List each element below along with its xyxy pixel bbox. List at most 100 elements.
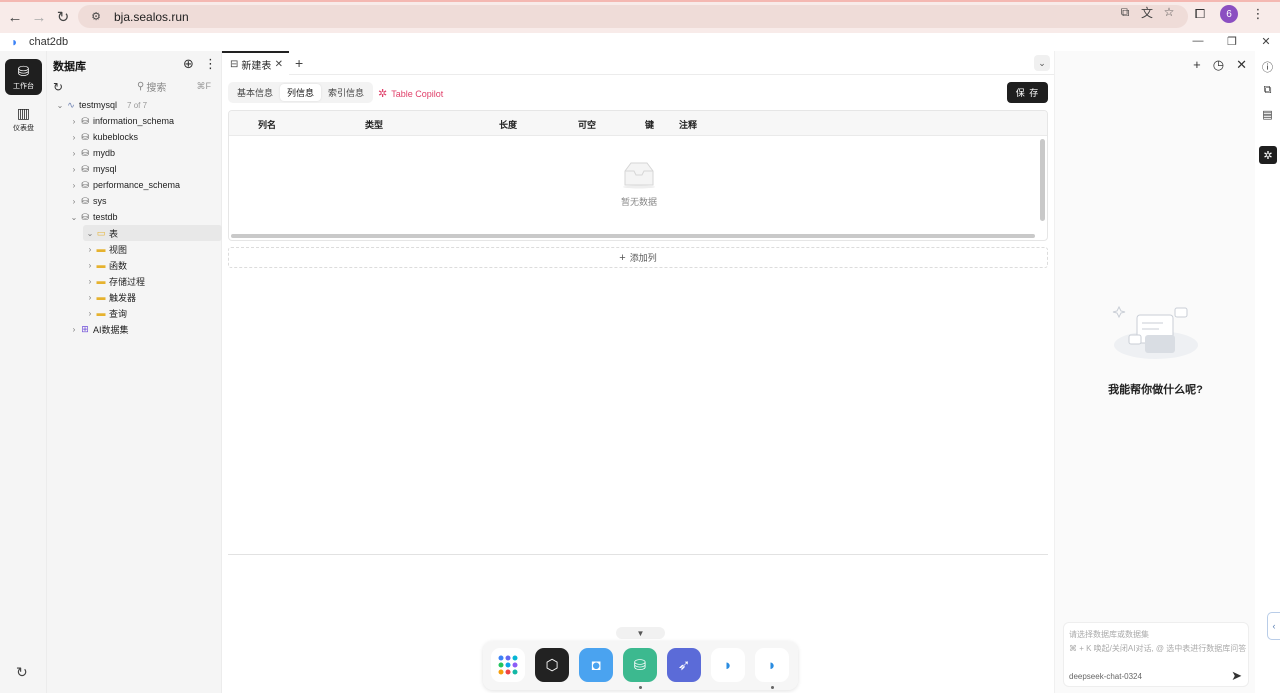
tree-ai-dataset[interactable]: › ⊞ AI数据集	[47, 321, 222, 337]
subtab-column-info[interactable]: 列信息	[280, 84, 322, 101]
ai-sparkle-icon[interactable]: ✲	[1259, 146, 1277, 164]
tree-db-performance-schema[interactable]: › ⛁ performance_schema	[47, 177, 222, 193]
chevron-down-icon[interactable]: ⌄	[85, 229, 95, 238]
site-settings-icon[interactable]: ⚙	[88, 9, 104, 25]
tree-label: mysql	[93, 164, 117, 174]
history-icon[interactable]: ◷	[1213, 57, 1224, 73]
tree-connection[interactable]: ⌄ ∿ testmysql 7 of 7	[47, 97, 222, 113]
tree-folder-queries[interactable]: › ▬ 查询	[47, 305, 222, 321]
model-selector[interactable]: deepseek-chat-0324	[1069, 672, 1142, 681]
forward-icon[interactable]: →	[27, 5, 51, 29]
rail-workbench[interactable]: ⛁ 工作台	[5, 59, 42, 95]
sealos-logo-icon: ◗	[723, 656, 733, 674]
chevron-right-icon[interactable]: ›	[85, 309, 95, 318]
tree-label: 视图	[109, 244, 128, 255]
extensions-icon[interactable]: ⧠	[1190, 4, 1210, 24]
sidebar-title: 数据库	[53, 61, 86, 73]
columns-table: 列名 类型 长度 可空 键 注释 暂无数据	[228, 110, 1048, 241]
dock-app-database[interactable]: ⛁	[623, 648, 657, 682]
app-titlebar: ◗ chat2db — ❐ ✕	[0, 33, 1280, 51]
translate-icon[interactable]: 文	[1140, 5, 1154, 20]
copy-icon[interactable]: ⧉	[1260, 83, 1275, 98]
vertical-scrollbar[interactable]	[1040, 139, 1045, 221]
folder-open-icon: ▭	[96, 227, 106, 238]
close-panel-icon[interactable]: ✕	[1236, 57, 1247, 73]
tree-db-testdb[interactable]: ⌄ ⛁ testdb	[47, 209, 222, 225]
chevron-right-icon[interactable]: ›	[69, 197, 79, 206]
add-tab-icon[interactable]: +	[295, 55, 303, 71]
dock-app-sealos-1[interactable]: ◗	[711, 648, 745, 682]
dock-app-store[interactable]: ◘	[579, 648, 613, 682]
browser-menu-icon[interactable]: ⋮	[1248, 4, 1268, 24]
clipboard-icon[interactable]: ▤	[1260, 107, 1275, 122]
tree-db-kubeblocks[interactable]: › ⛁ kubeblocks	[47, 129, 222, 145]
horizontal-scrollbar[interactable]	[231, 234, 1035, 238]
chevron-down-icon[interactable]: ⌄	[1034, 55, 1050, 71]
column-header-key: 键	[645, 120, 655, 130]
tree-db-mydb[interactable]: › ⛁ mydb	[47, 145, 222, 161]
dock-app-launcher[interactable]	[491, 648, 525, 682]
ai-chat-input[interactable]: 请选择数据库或数据集 ⌘ + K 唤起/关闭AI对话, @ 选中表进行数据库问答…	[1063, 622, 1249, 687]
tree-db-mysql[interactable]: › ⛁ mysql	[47, 161, 222, 177]
reload-icon[interactable]: ↻	[51, 5, 75, 29]
chevron-right-icon[interactable]: ›	[69, 181, 79, 190]
add-connection-icon[interactable]: ⊕	[183, 56, 194, 72]
subtab-basic-info[interactable]: 基本信息	[230, 84, 280, 101]
code-cube-icon: ⬡	[545, 657, 559, 674]
tree-folder-triggers[interactable]: › ▬ 触发器	[47, 289, 222, 305]
panel-divider[interactable]	[228, 554, 1048, 555]
tab-new-table[interactable]: ⊟ 新建表 ✕	[222, 51, 289, 75]
tree-folder-functions[interactable]: › ▬ 函数	[47, 257, 222, 273]
add-column-button[interactable]: + 添加列	[228, 247, 1048, 268]
tree-db-sys[interactable]: › ⛁ sys	[47, 193, 222, 209]
chevron-down-icon[interactable]: ⌄	[69, 213, 79, 222]
running-indicator	[771, 686, 774, 689]
send-icon[interactable]: ➤	[1231, 668, 1242, 684]
new-chat-icon[interactable]: +	[1193, 57, 1201, 73]
chevron-right-icon[interactable]: ›	[85, 245, 95, 254]
install-app-icon[interactable]: ⧉	[1118, 5, 1132, 19]
database-icon: ⛁	[81, 163, 89, 174]
dock: ⬡ ◘ ⛁ ➶ ◗ ◗	[483, 641, 798, 690]
restore-icon[interactable]: ❐	[1226, 35, 1238, 48]
dock-app-sealos-2[interactable]: ◗	[755, 648, 789, 682]
subtab-index-info[interactable]: 索引信息	[321, 84, 371, 101]
tree-db-information-schema[interactable]: › ⛁ information_schema	[47, 113, 222, 129]
tree-folder-views[interactable]: › ▬ 视图	[47, 241, 222, 257]
dock-app-devbox[interactable]: ⬡	[535, 648, 569, 682]
save-button[interactable]: 保 存	[1007, 82, 1048, 103]
more-icon[interactable]: ⋮	[204, 56, 217, 72]
minimize-icon[interactable]: —	[1192, 35, 1204, 48]
chevron-right-icon[interactable]: ›	[69, 165, 79, 174]
search-input[interactable]: ⚲ 搜索 ⌘F	[137, 78, 215, 95]
tree-label: information_schema	[93, 116, 175, 126]
back-icon[interactable]: ←	[3, 5, 27, 29]
chevron-right-icon[interactable]: ›	[85, 277, 95, 286]
chevron-right-icon[interactable]: ›	[85, 293, 95, 302]
profile-avatar[interactable]: 6	[1220, 5, 1238, 23]
chevron-right-icon[interactable]: ›	[69, 117, 79, 126]
rail-dashboard[interactable]: ▥ 仪表盘	[5, 101, 42, 137]
chevron-right-icon[interactable]: ›	[85, 261, 95, 270]
chevron-right-icon[interactable]: ›	[69, 325, 79, 334]
tree-folder-tables[interactable]: ⌄ ▭ 表	[83, 225, 222, 241]
address-bar[interactable]: ⚙ bja.sealos.run ⧉ 文 ☆	[78, 5, 1188, 28]
bookmark-star-icon[interactable]: ☆	[1162, 5, 1176, 19]
close-window-icon[interactable]: ✕	[1260, 35, 1272, 48]
connection-icon: ∿	[67, 99, 75, 110]
chevron-down-icon[interactable]: ⌄	[55, 101, 65, 110]
chevron-right-icon[interactable]: ›	[69, 133, 79, 142]
tree-folder-procedures[interactable]: › ▬ 存储过程	[47, 273, 222, 289]
expand-panel-tab[interactable]: ‹	[1267, 612, 1280, 640]
close-tab-icon[interactable]: ✕	[275, 59, 283, 70]
table-copilot-button[interactable]: ✲ Table Copilot	[378, 87, 443, 100]
chevron-right-icon[interactable]: ›	[69, 149, 79, 158]
tree-label: mydb	[93, 148, 116, 158]
rail-workbench-label: 工作台	[13, 82, 34, 90]
dock-toggle-icon[interactable]: ▼	[616, 627, 665, 639]
rail-refresh-icon[interactable]: ↻	[16, 664, 28, 681]
dock-app-launchpad[interactable]: ➶	[667, 648, 701, 682]
ai-input-placeholder[interactable]: 请选择数据库或数据集	[1069, 629, 1149, 640]
refresh-icon[interactable]: ↻	[53, 80, 63, 94]
info-icon[interactable]: ⓘ	[1260, 59, 1275, 74]
